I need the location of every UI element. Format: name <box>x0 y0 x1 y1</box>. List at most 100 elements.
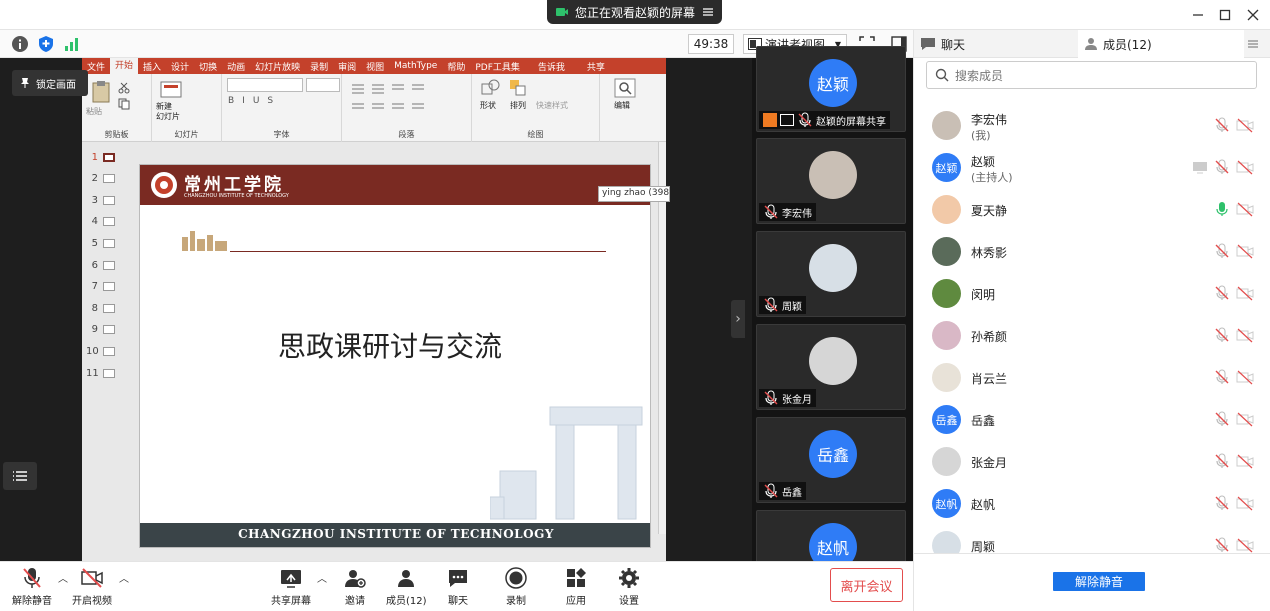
mic-muted-icon[interactable] <box>1214 327 1230 343</box>
security-shield-icon[interactable] <box>37 35 55 53</box>
member-row[interactable]: 孙希颜 <box>914 315 1270 357</box>
slide-thumbnail[interactable]: 9 <box>86 323 126 337</box>
mic-muted-icon[interactable] <box>1214 453 1230 469</box>
camera-off-icon[interactable] <box>1236 369 1254 385</box>
panel-menu-icon[interactable] <box>1247 38 1259 50</box>
ribbon-tab[interactable]: 开始 <box>110 58 139 74</box>
camera-off-icon[interactable] <box>1236 495 1254 511</box>
ribbon-tab[interactable]: 审阅 <box>333 60 361 73</box>
camera-off-icon[interactable] <box>1236 117 1254 133</box>
record-button[interactable]: 录制 <box>504 566 528 607</box>
slide-thumbnail[interactable]: 6 <box>86 258 126 272</box>
members-button[interactable]: 成员(12) <box>386 566 427 607</box>
member-row[interactable]: 岳鑫 岳鑫 <box>914 399 1270 441</box>
copy-icon[interactable] <box>118 98 130 110</box>
leave-meeting-button[interactable]: 离开会议 <box>830 568 903 602</box>
invite-button[interactable]: 邀请 <box>343 566 367 607</box>
tab-members[interactable]: 成员(12) <box>1078 30 1244 58</box>
shape-icon[interactable] <box>480 78 502 98</box>
unmute-button[interactable]: 解除静音 <box>12 566 52 607</box>
video-tile[interactable]: 李宏伟 <box>756 138 906 224</box>
minimize-icon[interactable] <box>1188 6 1208 24</box>
camera-off-icon[interactable] <box>1236 285 1254 301</box>
member-row[interactable]: 闵明 <box>914 273 1270 315</box>
video-tile[interactable]: 赵颖 赵颖的屏幕共享 <box>756 46 906 132</box>
share-notice-pill[interactable]: 您正在观看赵颖的屏幕 <box>547 0 722 24</box>
mic-muted-icon[interactable] <box>1214 285 1230 301</box>
slide-list-button[interactable] <box>3 462 37 490</box>
camera-off-icon[interactable] <box>1236 537 1254 553</box>
maximize-icon[interactable] <box>1215 6 1235 24</box>
ribbon-tab[interactable]: 切换 <box>194 60 222 73</box>
menu-icon[interactable] <box>702 7 714 17</box>
close-icon[interactable] <box>1243 6 1263 24</box>
camera-off-icon[interactable] <box>1236 453 1254 469</box>
slide-thumbnail[interactable]: 7 <box>86 280 126 294</box>
font-family-select[interactable] <box>227 78 303 92</box>
share-screen-button[interactable]: 共享屏幕 <box>271 566 311 607</box>
slide-thumbnail[interactable]: 10 <box>86 344 126 358</box>
slide-thumbnail[interactable]: 4 <box>86 215 126 229</box>
tab-chat[interactable]: 聊天 <box>920 30 1080 58</box>
camera-off-icon[interactable] <box>1236 327 1254 343</box>
member-row[interactable]: 夏天静 <box>914 189 1270 231</box>
member-row[interactable]: 赵颖 赵颖 (主持人) <box>914 147 1270 189</box>
ribbon-tab[interactable]: 动画 <box>222 60 250 73</box>
lock-view-button[interactable]: 锁定画面 <box>12 70 88 96</box>
chat-button[interactable]: 聊天 <box>446 566 470 607</box>
member-row[interactable]: 李宏伟 (我) <box>914 105 1270 147</box>
camera-off-icon[interactable] <box>1236 411 1254 427</box>
ribbon-tab[interactable]: PDF工具集 <box>470 60 525 73</box>
ribbon-tab[interactable]: 视图 <box>361 60 389 73</box>
ribbon-tab[interactable]: 幻灯片放映 <box>250 60 305 73</box>
slide-thumbnail[interactable]: 3 <box>86 193 126 207</box>
mic-muted-icon[interactable] <box>1214 243 1230 259</box>
ribbon-tab[interactable]: 设计 <box>166 60 194 73</box>
slide-thumbnail[interactable]: 8 <box>86 301 126 315</box>
video-tile[interactable]: 周颖 <box>756 231 906 317</box>
ribbon-tab[interactable]: 帮助 <box>442 60 470 73</box>
font-size-select[interactable] <box>306 78 340 92</box>
chevron-up-icon[interactable]: ︿ <box>58 570 68 585</box>
slide-thumbnail[interactable]: 11 <box>86 366 126 380</box>
video-tile[interactable]: 张金月 <box>756 324 906 410</box>
member-row[interactable]: 肖云兰 <box>914 357 1270 399</box>
mic-muted-icon[interactable] <box>1214 495 1230 511</box>
member-row[interactable]: 张金月 <box>914 441 1270 483</box>
camera-off-icon[interactable] <box>1236 243 1254 259</box>
ribbon-tab[interactable]: 共享 <box>582 60 610 73</box>
camera-off-icon[interactable] <box>1236 159 1254 175</box>
slide-thumbnail[interactable]: 1 <box>86 150 126 164</box>
ribbon-tab[interactable]: 告诉我 <box>533 60 570 73</box>
list-icon[interactable] <box>350 82 460 112</box>
camera-off-icon[interactable] <box>1236 201 1254 217</box>
ribbon-tab[interactable]: 插入 <box>138 60 166 73</box>
mic-muted-icon[interactable] <box>1214 369 1230 385</box>
ribbon-tab[interactable]: MathType <box>389 61 442 71</box>
slide-thumbnail[interactable]: 5 <box>86 236 126 250</box>
cut-icon[interactable] <box>118 82 130 94</box>
mic-muted-icon[interactable] <box>1214 411 1230 427</box>
signal-icon[interactable] <box>63 35 81 53</box>
collapse-video-button[interactable]: › <box>731 300 745 338</box>
info-icon[interactable] <box>11 35 29 53</box>
member-row[interactable]: 赵帆 赵帆 <box>914 483 1270 525</box>
chevron-up-icon[interactable]: ︿ <box>317 570 327 585</box>
font-style-buttons[interactable]: BIUS <box>228 96 281 106</box>
mic-muted-icon[interactable] <box>1214 117 1230 133</box>
arrange-icon[interactable] <box>508 78 528 98</box>
apps-button[interactable]: 应用 <box>564 566 588 607</box>
new-slide-icon[interactable] <box>160 80 182 100</box>
find-icon[interactable] <box>614 78 636 98</box>
settings-button[interactable]: 设置 <box>617 566 641 607</box>
unmute-all-button[interactable]: 解除静音 <box>1053 572 1145 591</box>
start-video-button[interactable]: 开启视频 <box>72 566 112 607</box>
ribbon-tab[interactable]: 录制 <box>305 60 333 73</box>
paste-icon[interactable] <box>90 80 112 104</box>
mic-muted-icon[interactable] <box>1214 159 1230 175</box>
video-tile[interactable]: 岳鑫 岳鑫 <box>756 417 906 503</box>
member-search-input[interactable]: 搜索成员 <box>926 61 1257 89</box>
member-row[interactable]: 周颖 <box>914 525 1270 553</box>
chevron-up-icon[interactable]: ︿ <box>119 570 129 585</box>
member-row[interactable]: 林秀影 <box>914 231 1270 273</box>
